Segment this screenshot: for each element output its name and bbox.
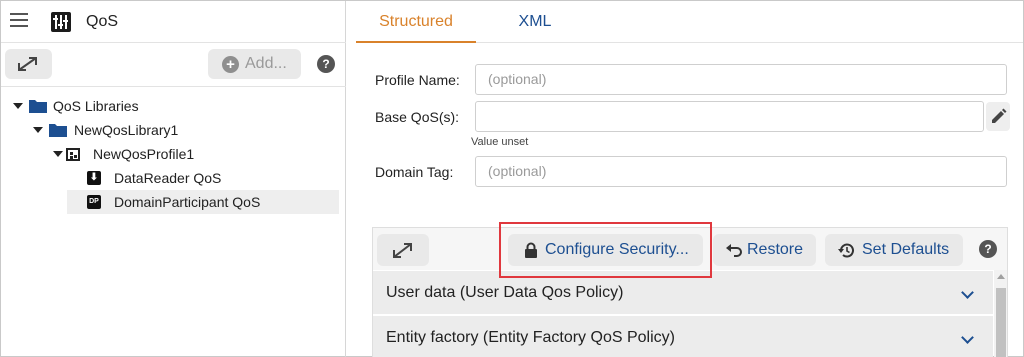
edit-base-qos-button[interactable] [986,102,1010,131]
profile-name-input[interactable]: (optional) [475,64,1007,95]
expand-icon [18,57,37,71]
menu-icon[interactable] [10,13,28,29]
tree-item-label: NewQosLibrary1 [74,122,179,138]
qos-app-logo-icon [51,12,71,32]
datareader-icon: ⬇ [87,171,101,185]
editor-tabs: Structured XML [356,1,1023,43]
domainparticipant-icon: DP [87,195,101,209]
configure-security-button[interactable]: Configure Security... [508,234,703,266]
policy-row-label: Entity factory (Entity Factory QoS Polic… [386,329,675,346]
tree-item-label: DataReader QoS [114,170,222,186]
folder-icon [29,100,47,113]
help-icon[interactable]: ? [317,55,335,73]
plus-circle-icon: + [222,56,239,73]
qos-library-panel: QoS + Add... ? QoS Libraries NewQosLibra… [1,1,346,357]
add-button-label: Add... [245,55,287,72]
undo-icon [726,244,742,257]
base-qos-hint: Value unset [471,136,529,148]
profile-name-label: Profile Name: [375,72,460,88]
app-header: QoS [1,1,346,43]
tree-item-label: NewQosProfile1 [93,146,195,162]
domain-tag-input[interactable]: (optional) [475,156,1007,187]
policy-row-label: User data (User Data Qos Policy) [386,284,624,301]
tab-structured[interactable]: Structured [356,1,476,43]
scrollbar[interactable] [994,270,1007,357]
policy-row-entity-factory[interactable]: Entity factory (Entity Factory QoS Polic… [373,315,993,357]
expand-policies-button[interactable] [377,234,429,266]
policy-row-user-data[interactable]: User data (User Data Qos Policy) [373,270,993,314]
set-defaults-button[interactable]: Set Defaults [825,234,963,266]
tree-item-label: QoS Libraries [53,98,139,114]
scroll-up-arrow-icon[interactable] [997,274,1005,279]
caret-down-icon[interactable] [53,151,63,157]
set-defaults-label: Set Defaults [862,241,950,258]
chevron-down-icon [961,286,974,299]
caret-down-icon[interactable] [13,103,23,109]
tab-xml[interactable]: XML [476,1,594,43]
qos-editor-panel: Structured XML Profile Name: (optional) … [356,1,1023,357]
domain-tag-label: Domain Tag: [375,164,454,180]
restore-label: Restore [747,241,804,258]
folder-icon [49,124,67,137]
configure-security-label: Configure Security... [545,241,689,258]
base-qos-input[interactable] [475,101,984,132]
base-qos-label: Base QoS(s): [375,109,460,125]
library-toolbar: + Add... ? [1,43,346,87]
profile-icon [66,148,80,161]
expand-button[interactable] [5,49,52,79]
pencil-icon [992,108,1007,123]
restore-button[interactable]: Restore [713,234,816,266]
tree-item-label: DomainParticipant QoS [114,194,261,210]
qos-policy-area: Configure Security... Restore Set Defaul… [372,227,1008,357]
lock-icon [525,242,537,258]
chevron-down-icon [961,331,974,344]
scrollbar-thumb[interactable] [996,288,1006,357]
app-title: QoS [86,13,119,30]
policy-toolbar: Configure Security... Restore Set Defaul… [373,228,1007,270]
add-button[interactable]: + Add... [208,49,301,79]
history-icon [838,243,854,258]
expand-icon [393,243,412,258]
help-icon[interactable]: ? [979,240,997,258]
caret-down-icon[interactable] [33,127,43,133]
